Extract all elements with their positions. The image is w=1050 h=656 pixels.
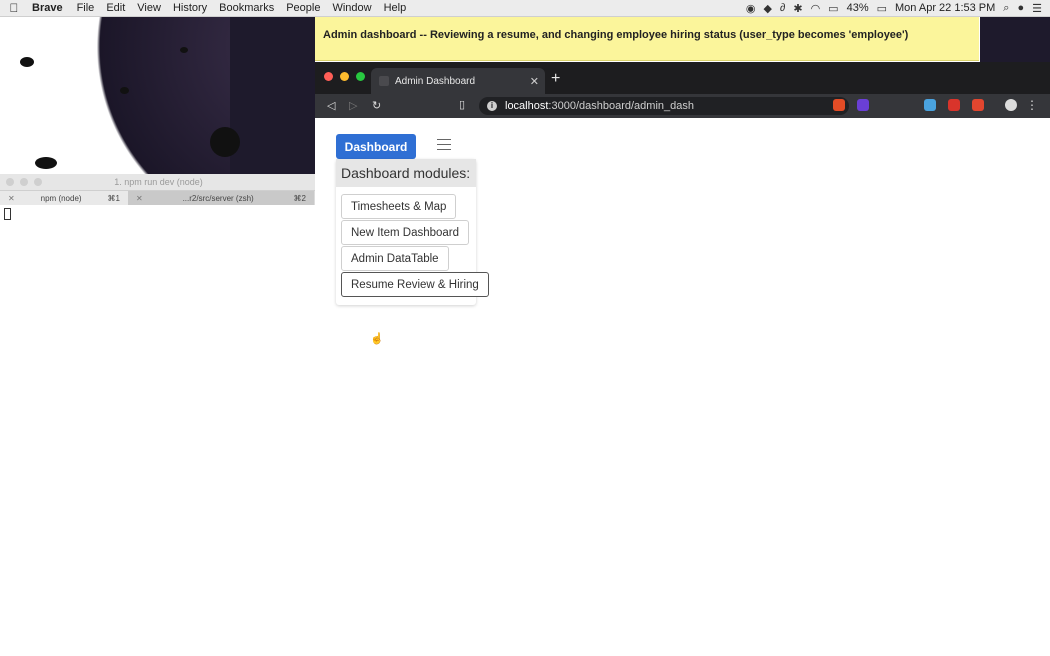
siri-icon[interactable]: ● — [1017, 2, 1024, 14]
wallpaper-dark-corner — [980, 17, 1050, 62]
terminal-tab-close-icon[interactable]: ✕ — [8, 194, 15, 203]
dashboard-button[interactable]: Dashboard — [336, 134, 416, 159]
terminal-close-icon[interactable] — [6, 178, 14, 186]
wallpaper-speck — [120, 87, 129, 94]
notification-list-icon[interactable]: ☰ — [1032, 2, 1042, 15]
module-new-item-dashboard-button[interactable]: New Item Dashboard — [341, 220, 470, 245]
menu-people[interactable]: People — [280, 2, 326, 14]
browser-tab-title: Admin Dashboard — [395, 75, 476, 87]
bluetooth-icon[interactable]: ✱ — [793, 2, 802, 15]
page-content: Dashboard Dashboard modules: Timesheets … — [315, 118, 1050, 656]
extension-icon[interactable] — [972, 99, 984, 111]
terminal-tab-shortcut: ⌘2 — [293, 193, 306, 203]
menu-bookmarks[interactable]: Bookmarks — [213, 2, 280, 14]
address-bar[interactable]: i localhost :3000/dashboard/admin_dash — [479, 97, 849, 115]
terminal-tab-shortcut: ⌘1 — [107, 193, 120, 203]
url-path: :3000/dashboard/admin_dash — [548, 100, 694, 112]
wallpaper-speck — [180, 47, 188, 53]
apple-icon[interactable]:  — [0, 1, 28, 15]
reload-icon[interactable]: ↻ — [372, 99, 381, 112]
terminal-cursor — [4, 208, 11, 220]
search-icon[interactable]: ⌕ — [1003, 2, 1009, 15]
hamburger-menu-icon[interactable] — [437, 139, 451, 151]
dashboard-modules-panel: Dashboard modules: Timesheets & Map New … — [336, 159, 489, 305]
url-host: localhost — [505, 100, 549, 112]
browser-close-icon[interactable] — [324, 72, 333, 81]
terminal-tab-1[interactable]: ✕ npm (node) ⌘1 — [0, 191, 128, 205]
airplay-icon[interactable]: ▭ — [828, 2, 838, 15]
bookmark-icon[interactable]: ▯ — [459, 98, 465, 111]
terminal-window-controls[interactable] — [0, 178, 42, 186]
caption-banner: Admin dashboard -- Reviewing a resume, a… — [315, 17, 979, 61]
tab-favicon-icon — [379, 76, 389, 86]
forward-icon[interactable]: ▷ — [349, 99, 357, 112]
module-timesheets-map-button[interactable]: Timesheets & Map — [341, 194, 457, 219]
browser-tabstrip: Admin Dashboard ✕ + — [315, 62, 1050, 94]
brave-shield-icon[interactable] — [833, 99, 845, 111]
menu-history[interactable]: History — [167, 2, 213, 14]
macos-menubar:  Brave File Edit View History Bookmarks… — [0, 0, 1050, 17]
terminal-title: 1. npm run dev (node) — [114, 177, 203, 187]
terminal-tab-label: npm (node) — [40, 193, 82, 203]
browser-zoom-icon[interactable] — [356, 72, 365, 81]
battery-percent[interactable]: 43% — [847, 2, 869, 14]
menu-view[interactable]: View — [131, 2, 167, 14]
browser-tab-admin-dashboard[interactable]: Admin Dashboard ✕ — [371, 68, 545, 94]
extension-icon[interactable] — [924, 99, 936, 111]
browser-window: Admin Dashboard ✕ + ◁ ▷ ↻ ▯ i localhost … — [315, 62, 1050, 656]
hand-cursor-icon: ☝ — [370, 333, 384, 345]
browser-window-controls[interactable] — [324, 72, 365, 81]
wallpaper-dark-region — [230, 17, 315, 174]
terminal-tabs: ✕ npm (node) ⌘1 ✕ ...r2/src/server (zsh)… — [0, 191, 315, 205]
dropbox-icon[interactable]: ◆ — [763, 2, 771, 15]
wallpaper-speck — [35, 157, 57, 169]
menu-file[interactable]: File — [71, 2, 101, 14]
browser-minimize-icon[interactable] — [340, 72, 349, 81]
wifi-icon[interactable]: ◠ — [811, 2, 821, 15]
record-icon[interactable]: ◉ — [746, 2, 756, 15]
module-admin-datatable-button[interactable]: Admin DataTable — [341, 246, 449, 271]
terminal-titlebar: 1. npm run dev (node) — [0, 174, 315, 191]
terminal-body[interactable] — [0, 205, 315, 656]
terminal-tab-close-icon[interactable]: ✕ — [136, 194, 143, 203]
adblock-extension-icon[interactable] — [948, 99, 960, 111]
wallpaper-speck — [210, 127, 240, 157]
browser-toolbar: ◁ ▷ ↻ ▯ i localhost :3000/dashboard/admi… — [315, 94, 1050, 118]
menu-help[interactable]: Help — [378, 2, 413, 14]
wallpaper-speck — [20, 57, 34, 67]
terminal-minimize-icon[interactable] — [20, 178, 28, 186]
menubar-app-name[interactable]: Brave — [28, 2, 71, 14]
terminal-tab-label: ...r2/src/server (zsh) — [182, 193, 254, 203]
terminal-tab-2[interactable]: ✕ ...r2/src/server (zsh) ⌘2 — [128, 191, 314, 205]
new-tab-icon[interactable]: + — [551, 70, 560, 88]
menu-window[interactable]: Window — [326, 2, 377, 14]
desktop-wallpaper — [0, 17, 315, 174]
site-info-icon[interactable]: i — [487, 101, 497, 111]
menubar-status-area: ◉ ◆ ∂ ✱ ◠ ▭ 43% ▭ Mon Apr 22 1:53 PM ⌕ ●… — [746, 2, 1050, 15]
profile-icon[interactable] — [1005, 99, 1017, 111]
browser-menu-icon[interactable]: ⋮ — [1026, 98, 1038, 112]
menubar-clock[interactable]: Mon Apr 22 1:53 PM — [895, 2, 995, 14]
back-icon[interactable]: ◁ — [327, 99, 335, 112]
module-resume-review-hiring-button[interactable]: Resume Review & Hiring — [341, 272, 489, 297]
modules-title: Dashboard modules: — [336, 159, 476, 187]
battery-icon[interactable]: ▭ — [877, 2, 887, 15]
tab-close-icon[interactable]: ✕ — [530, 75, 539, 88]
menu-edit[interactable]: Edit — [100, 2, 131, 14]
terminal-zoom-icon[interactable] — [34, 178, 42, 186]
brave-rewards-icon[interactable] — [857, 99, 869, 111]
script-icon[interactable]: ∂ — [780, 2, 785, 14]
